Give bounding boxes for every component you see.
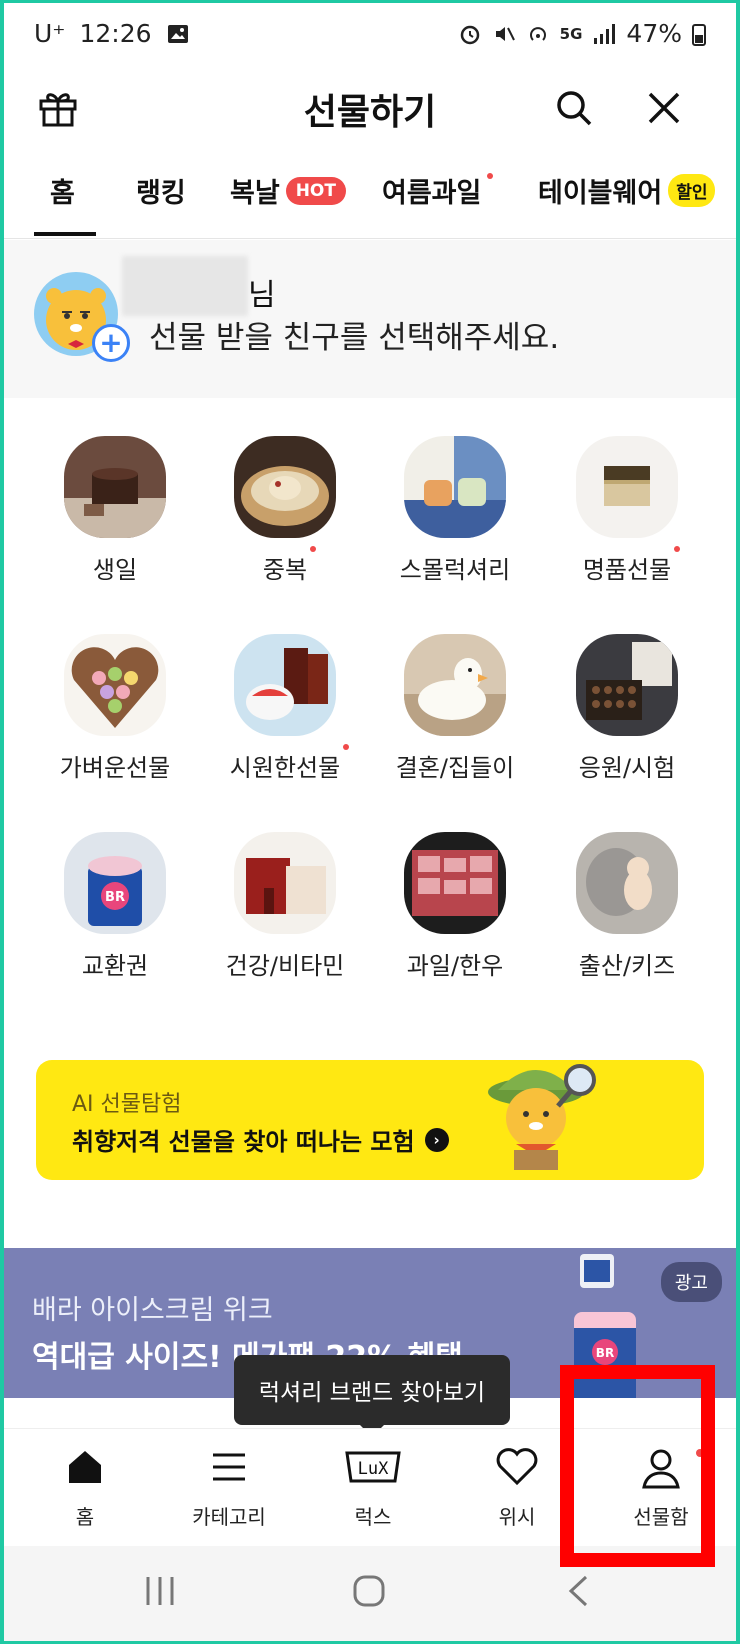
home-icon	[69, 1451, 101, 1483]
redacted-name	[122, 256, 248, 316]
close-icon	[648, 92, 680, 124]
page-title: 선물하기	[303, 92, 437, 133]
friend-select[interactable]: + 님 선물 받을 친구를 선택해주세요.	[4, 240, 736, 398]
ad-badge: 광고	[660, 1262, 722, 1302]
gallery-icon	[167, 24, 188, 43]
category-image	[404, 634, 506, 736]
category-birthday[interactable]: 생일	[30, 436, 200, 585]
lux-icon: LuX	[345, 1451, 401, 1483]
battery-icon	[692, 23, 706, 46]
new-dot	[310, 546, 317, 552]
category-image	[576, 634, 678, 736]
carrier-label: U⁺	[34, 19, 66, 48]
hotspot-icon	[529, 26, 546, 41]
category-image	[64, 436, 166, 538]
banner-subtitle: AI 선물탐험	[72, 1092, 182, 1117]
category-image	[234, 832, 336, 934]
category-jungbok[interactable]: 중복	[200, 436, 370, 585]
tab-ranking[interactable]: 랭킹	[136, 171, 186, 210]
svg-text:BR: BR	[596, 1346, 614, 1360]
search-button[interactable]	[546, 80, 602, 136]
category-image	[404, 832, 506, 934]
network-label: 5G	[559, 24, 583, 43]
time-label: 12:26	[79, 19, 152, 48]
category-image	[576, 832, 678, 934]
category-baby-kids[interactable]: 출산/키즈	[542, 832, 712, 981]
battery-label: 47%	[626, 19, 682, 48]
close-button[interactable]	[636, 80, 692, 136]
hot-badge: HOT	[285, 176, 346, 205]
tab-boknal[interactable]: 복날 HOT	[230, 171, 346, 210]
search-icon	[557, 91, 592, 126]
lux-tooltip: 럭셔리 브랜드 찾아보기	[234, 1355, 510, 1437]
home-button-icon[interactable]	[352, 1574, 386, 1608]
ad-subtitle: 배라 아이스크림 위크	[32, 1295, 273, 1326]
category-image	[404, 436, 506, 538]
ai-gift-explore-banner[interactable]: AI 선물탐험 취향저격 선물을 찾아 떠나는 모험 ›	[36, 1060, 704, 1180]
category-health-vitamin[interactable]: 건강/비타민	[200, 832, 370, 981]
category-grid: 생일 중복 스몰럭셔리 명품선물 가벼운선물 시원한선물 결혼/집들이 응원/시…	[4, 398, 736, 998]
svg-text:LuX: LuX	[358, 1459, 389, 1479]
new-dot	[487, 173, 494, 179]
category-image: BR	[64, 832, 166, 934]
menu-icon	[213, 1453, 245, 1481]
nav-lux[interactable]: LuX 럭스	[300, 1429, 446, 1547]
status-bar: U⁺ 12:26 5G 47%	[4, 3, 736, 65]
tab-summer-fruit[interactable]: 여름과일	[382, 171, 494, 210]
sale-badge: 할인	[668, 174, 716, 207]
category-image	[64, 634, 166, 736]
banner-title: 취향저격 선물을 찾아 떠나는 모험	[72, 1128, 415, 1156]
mute-icon	[495, 26, 515, 41]
header: 선물하기	[4, 65, 736, 155]
highlight-box	[560, 1365, 715, 1567]
category-wedding-housewarming[interactable]: 결혼/집들이	[370, 634, 540, 783]
category-small-luxury[interactable]: 스몰럭셔리	[370, 436, 540, 585]
active-tab-indicator	[34, 232, 96, 236]
tab-tableware[interactable]: 테이블웨어 할인	[538, 171, 716, 210]
screen: U⁺ 12:26 5G 47% 선물하기 홈 랭킹 복날 HOT 여름과일 테이…	[4, 3, 736, 1641]
svg-text:BR: BR	[105, 890, 125, 905]
category-image	[234, 436, 336, 538]
explorer-character-icon	[488, 1064, 596, 1170]
friend-prompt: 선물 받을 친구를 선택해주세요.	[149, 320, 560, 356]
back-icon[interactable]	[566, 1574, 590, 1608]
tab-bar: 홈 랭킹 복날 HOT 여름과일 테이블웨어 할인	[4, 155, 736, 239]
signal-icon	[594, 23, 616, 44]
category-image	[576, 436, 678, 538]
nav-home[interactable]: 홈	[12, 1429, 158, 1547]
heart-icon	[496, 1448, 538, 1486]
alarm-icon	[460, 25, 479, 44]
category-voucher[interactable]: BR 교환권	[30, 832, 200, 981]
new-dot	[343, 744, 350, 750]
add-friend-icon[interactable]: +	[92, 324, 130, 362]
recent-apps-icon[interactable]	[142, 1574, 178, 1608]
category-fruit-hanwoo[interactable]: 과일/한우	[370, 832, 540, 981]
category-image	[234, 634, 336, 736]
name-suffix: 님	[248, 278, 276, 313]
tab-home[interactable]: 홈	[50, 171, 75, 210]
category-luxury-gift[interactable]: 명품선물	[542, 436, 712, 585]
category-light-gift[interactable]: 가벼운선물	[30, 634, 200, 783]
category-cheer-exam[interactable]: 응원/시험	[542, 634, 712, 783]
new-dot	[674, 546, 681, 552]
nav-category[interactable]: 카테고리	[156, 1429, 302, 1547]
category-cool-gift[interactable]: 시원한선물	[200, 634, 370, 783]
chevron-right-icon: ›	[424, 1127, 449, 1152]
